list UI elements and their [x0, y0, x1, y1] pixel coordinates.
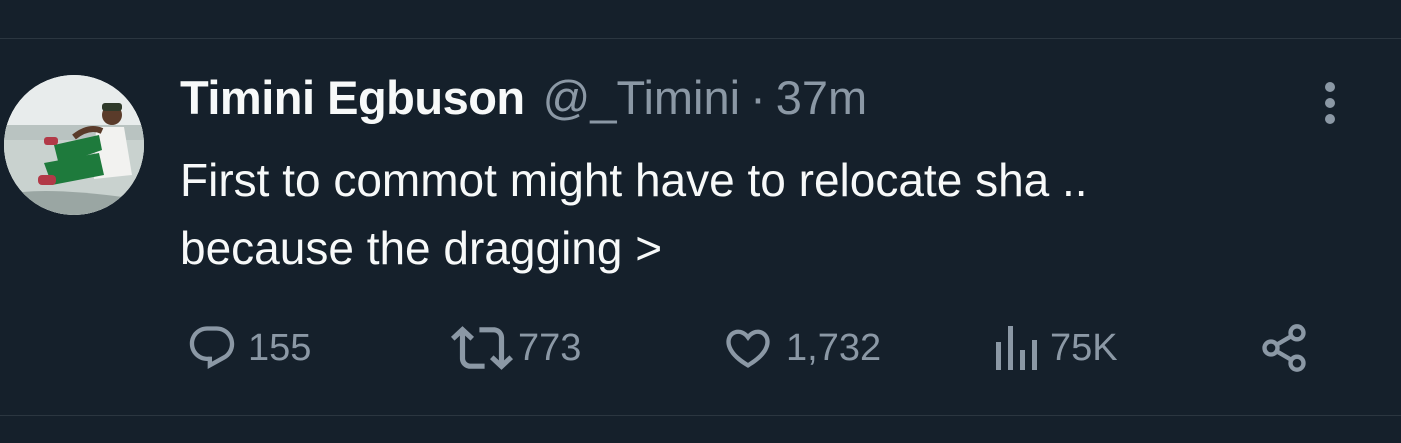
tweet-timestamp[interactable]: 37m	[776, 70, 867, 125]
views-button[interactable]: 75K	[994, 318, 1118, 378]
reply-button[interactable]: 155	[186, 318, 311, 378]
avatar-image	[4, 75, 144, 215]
reply-count: 155	[248, 326, 312, 369]
retweet-icon	[450, 326, 514, 370]
tweet-text-line-2: because the dragging >	[180, 222, 663, 274]
retweet-count: 773	[518, 326, 582, 369]
share-icon	[1262, 324, 1306, 372]
divider-top	[0, 38, 1401, 39]
author-display-name[interactable]: Timini Egbuson	[180, 70, 525, 125]
divider-bottom	[0, 415, 1401, 416]
author-handle[interactable]: @_Timini	[543, 70, 740, 125]
views-count: 75K	[1050, 326, 1118, 369]
like-button[interactable]: 1,732	[720, 318, 881, 378]
tweet-actions: 155 773 1,732 75K	[0, 318, 1401, 378]
like-count: 1,732	[786, 326, 882, 369]
tweet-header: Timini Egbuson @_Timini · 37m	[180, 70, 867, 130]
avatar[interactable]	[4, 75, 144, 215]
like-icon	[726, 329, 770, 368]
more-options-button[interactable]	[1315, 80, 1345, 126]
tweet-page: Timini Egbuson @_Timini · 37m First to c…	[0, 0, 1401, 443]
more-vertical-icon	[1325, 82, 1335, 124]
share-button[interactable]	[1258, 318, 1310, 378]
retweet-button[interactable]: 773	[450, 318, 581, 378]
separator-dot: ·	[750, 71, 766, 124]
views-icon	[996, 326, 1037, 370]
tweet-text-line-1: First to commot might have to relocate s…	[180, 154, 1088, 206]
tweet-text: First to commot might have to relocate s…	[180, 146, 1360, 282]
reply-icon	[189, 326, 235, 370]
